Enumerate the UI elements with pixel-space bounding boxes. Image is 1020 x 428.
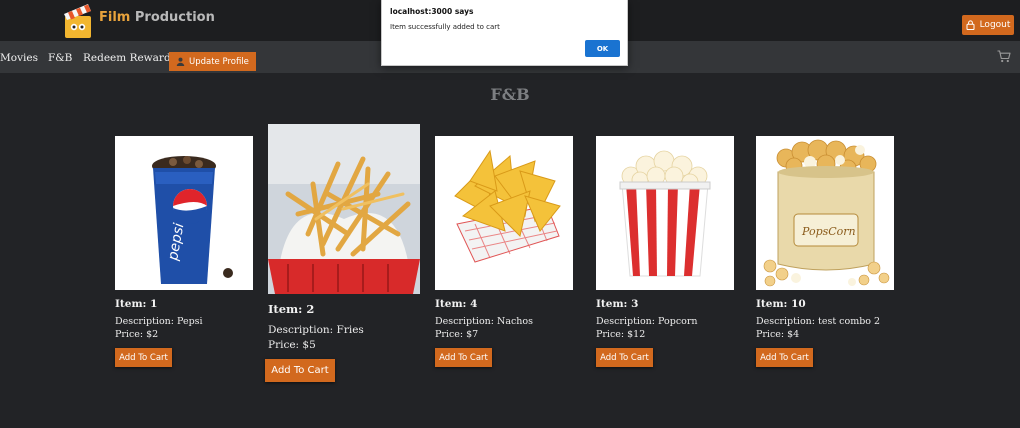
ok-button[interactable]: OK	[585, 40, 620, 57]
brand-name-part1: Film	[99, 10, 131, 25]
nachos-tray-image	[435, 136, 573, 290]
popcorn-bucket-image	[596, 136, 734, 290]
product-price: Price: $4	[756, 329, 800, 340]
product-price: Price: $12	[596, 329, 646, 340]
svg-text:PopsCorn: PopsCorn	[801, 225, 856, 238]
product-description: Description: Pepsi	[115, 316, 203, 327]
product-card: Item: 2 Description: Fries Price: $5 Add…	[265, 124, 420, 382]
nav-item-redeem-rewards[interactable]: Redeem Rewards	[83, 52, 176, 64]
cart-icon[interactable]	[997, 50, 1011, 63]
logout-label: Logout	[979, 20, 1011, 30]
update-profile-label: Update Profile	[189, 56, 249, 67]
logout-button[interactable]: Logout	[962, 15, 1014, 35]
product-card: Item: 4 Description: Nachos Price: $7 Ad…	[435, 136, 573, 367]
alert-dialog: localhost:3000 says Item successfully ad…	[381, 0, 628, 66]
product-description: Description: Popcorn	[596, 316, 698, 327]
add-to-cart-button[interactable]: Add To Cart	[435, 348, 492, 367]
brand-name: Film Production	[99, 10, 215, 25]
product-title: Item: 10	[756, 298, 806, 310]
pepsi-cup-image: pepsi	[115, 136, 253, 290]
clapperboard-logo-icon[interactable]	[62, 2, 96, 40]
product-price: Price: $2	[115, 329, 159, 340]
update-profile-button[interactable]: Update Profile	[169, 52, 256, 71]
dialog-message: Item successfully added to cart	[390, 23, 500, 31]
product-title: Item: 1	[115, 298, 158, 310]
page-title: F&B	[490, 85, 530, 104]
lock-icon	[966, 20, 975, 30]
add-to-cart-button[interactable]: Add To Cart	[756, 348, 813, 367]
product-description: Description: Fries	[268, 324, 364, 336]
product-title: Item: 2	[268, 302, 315, 316]
product-price: Price: $5	[268, 339, 316, 351]
product-price: Price: $7	[435, 329, 479, 340]
user-icon	[176, 57, 185, 66]
add-to-cart-button[interactable]: Add To Cart	[596, 348, 653, 367]
fries-basket-image	[268, 124, 420, 294]
add-to-cart-button[interactable]: Add To Cart	[265, 359, 335, 382]
nav-item-fnb[interactable]: F&B	[48, 52, 72, 64]
product-card: Item: 3 Description: Popcorn Price: $12 …	[596, 136, 734, 367]
product-title: Item: 4	[435, 298, 478, 310]
product-description: Description: Nachos	[435, 316, 534, 327]
product-card: PopsCorn Item: 10 Description: test comb…	[756, 136, 894, 367]
dialog-title: localhost:3000 says	[390, 7, 474, 16]
brand-name-part2: Production	[134, 10, 215, 25]
nav-item-movies[interactable]: Movies	[0, 52, 38, 64]
product-description: Description: test combo 2	[756, 316, 881, 327]
add-to-cart-button[interactable]: Add To Cart	[115, 348, 172, 367]
product-card: pepsi Item: 1 Description: Pepsi Price: …	[115, 136, 253, 367]
product-title: Item: 3	[596, 298, 639, 310]
popcorn-tin-image: PopsCorn	[756, 136, 894, 290]
